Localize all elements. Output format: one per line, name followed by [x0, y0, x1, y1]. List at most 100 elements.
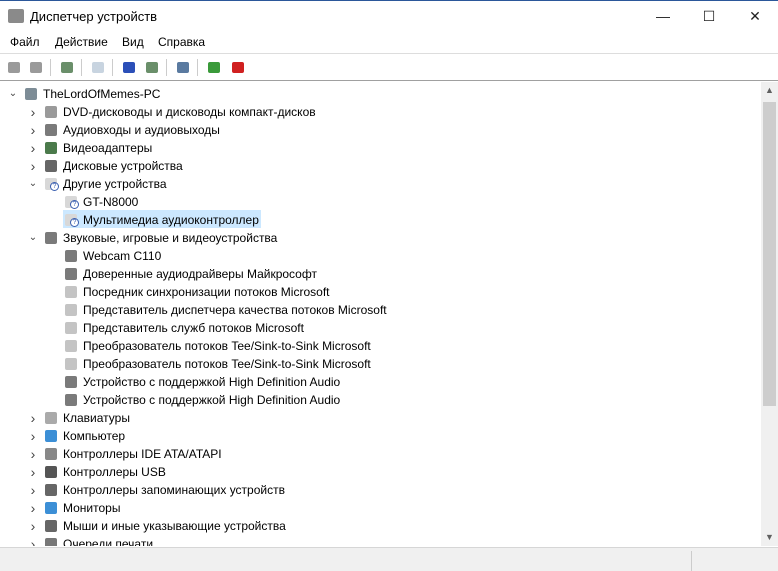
expand-chevron-icon[interactable]: ›: [28, 445, 38, 463]
menu-action[interactable]: Действие: [55, 35, 108, 49]
tree-item-label: Представитель диспетчера качества потоко…: [83, 302, 387, 317]
expand-chevron-icon[interactable]: ›: [28, 481, 38, 499]
tree-item[interactable]: Преобразователь потоков Tee/Sink-to-Sink…: [63, 336, 373, 354]
action-pane-icon[interactable]: [143, 59, 161, 76]
toolbar-separator: [81, 59, 82, 76]
speaker-icon: [63, 267, 79, 281]
toolbar-separator: [112, 59, 113, 76]
expand-chevron-icon[interactable]: ›: [28, 535, 38, 546]
properties-icon[interactable]: [89, 59, 107, 76]
expand-chevron-icon[interactable]: ›: [28, 139, 38, 157]
close-button[interactable]: ✕: [732, 1, 778, 32]
expand-chevron-icon[interactable]: ›: [28, 463, 38, 481]
menu-file[interactable]: Файл: [10, 35, 40, 49]
expand-chevron-icon[interactable]: ›: [28, 409, 38, 427]
tree-item-label: Устройство с поддержкой High Definition …: [83, 374, 341, 389]
storage-controller-icon: [43, 483, 59, 497]
speaker-icon: [63, 393, 79, 407]
speaker-icon: [63, 249, 79, 263]
tree-item[interactable]: Контроллеры IDE ATA/ATAPI: [43, 444, 224, 462]
disk-icon: [43, 159, 59, 173]
monitor-icon: [43, 501, 59, 515]
menu-view[interactable]: Вид: [122, 35, 144, 49]
tree-item[interactable]: Представитель служб потоков Microsoft: [63, 318, 306, 336]
collapse-chevron-icon[interactable]: ⌄: [8, 85, 18, 103]
help-icon[interactable]: [120, 59, 138, 76]
expand-chevron-icon[interactable]: ›: [28, 121, 38, 139]
device-manager-icon: [8, 9, 24, 23]
update-driver-icon[interactable]: [205, 59, 223, 76]
tree-item-label: Контроллеры USB: [63, 464, 166, 479]
tree-item[interactable]: Контроллеры запоминающих устройств: [43, 480, 287, 498]
display-adapter-icon: [43, 141, 59, 155]
collapse-chevron-icon[interactable]: ⌄: [28, 229, 38, 247]
scrollbar-thumb[interactable]: [763, 102, 776, 406]
collapse-chevron-icon[interactable]: ⌄: [28, 175, 38, 193]
tree-item-label: TheLordOfMemes-PC: [43, 86, 161, 101]
expand-chevron-icon[interactable]: ›: [28, 103, 38, 121]
tree-item-label: Контроллеры запоминающих устройств: [63, 482, 285, 497]
minimize-button[interactable]: —: [640, 1, 686, 32]
expand-chevron-icon[interactable]: ›: [28, 517, 38, 535]
speaker-disabled-icon: [63, 285, 79, 299]
speaker-icon: [43, 231, 59, 245]
maximize-button[interactable]: ☐: [686, 1, 732, 32]
tree-item[interactable]: Webcam C110: [63, 246, 163, 264]
menu-help[interactable]: Справка: [158, 35, 205, 49]
tree-item-label: Компьютер: [63, 428, 126, 443]
tree-item[interactable]: Очереди печати: [43, 534, 155, 546]
back-icon[interactable]: [5, 59, 23, 76]
speaker-disabled-icon: [63, 339, 79, 353]
toolbar-separator: [50, 59, 51, 76]
tree-item-label: Мультимедиа аудиоконтроллер: [83, 212, 259, 227]
keyboard-icon: [43, 411, 59, 425]
status-bar: [0, 547, 778, 571]
tree-item[interactable]: Аудиовходы и аудиовыходы: [43, 120, 222, 138]
tree-item-label: DVD-дисководы и дисководы компакт-дисков: [63, 104, 316, 119]
tree-item[interactable]: Мыши и иные указывающие устройства: [43, 516, 288, 534]
tree-item-label: Доверенные аудиодрайверы Майкрософт: [83, 266, 317, 281]
usb-icon: [43, 465, 59, 479]
tree-item[interactable]: Видеоадаптеры: [43, 138, 154, 156]
speaker-disabled-icon: [63, 357, 79, 371]
tree-item[interactable]: Мониторы: [43, 498, 122, 516]
tree-item-label: Контроллеры IDE ATA/ATAPI: [63, 446, 222, 461]
tree-item-label: Мыши и иные указывающие устройства: [63, 518, 286, 533]
tree-item[interactable]: Посредник синхронизации потоков Microsof…: [63, 282, 331, 300]
tree-item-label: Представитель служб потоков Microsoft: [83, 320, 304, 335]
tree-item[interactable]: Клавиатуры: [43, 408, 132, 426]
tree-item-label: Дисковые устройства: [63, 158, 183, 173]
tree-item[interactable]: TheLordOfMemes-PC: [23, 84, 162, 102]
tree-item[interactable]: Доверенные аудиодрайверы Майкрософт: [63, 264, 319, 282]
tree-item[interactable]: Дисковые устройства: [43, 156, 185, 174]
tree-item-label: Клавиатуры: [63, 410, 130, 425]
expand-chevron-icon[interactable]: ›: [28, 157, 38, 175]
dvd-icon: [43, 105, 59, 119]
expand-chevron-icon[interactable]: ›: [28, 499, 38, 517]
title-bar: Диспетчер устройств — ☐ ✕: [0, 0, 778, 32]
tree-item[interactable]: Звуковые, игровые и видеоустройства: [43, 228, 279, 246]
properties-pane-icon[interactable]: [58, 59, 76, 76]
vertical-scrollbar[interactable]: ▲ ▼: [761, 82, 778, 546]
tree-item[interactable]: Устройство с поддержкой High Definition …: [63, 390, 342, 408]
tree-item[interactable]: Представитель диспетчера качества потоко…: [63, 300, 389, 318]
unknown-device-icon: ?: [43, 177, 59, 191]
menu-bar: Файл Действие Вид Справка: [0, 32, 778, 53]
expand-chevron-icon[interactable]: ›: [28, 427, 38, 445]
scroll-up-icon[interactable]: ▲: [761, 85, 778, 95]
tree-item[interactable]: ? Мультимедиа аудиоконтроллер: [63, 210, 261, 228]
tree-item[interactable]: DVD-дисководы и дисководы компакт-дисков: [43, 102, 318, 120]
tree-item[interactable]: Устройство с поддержкой High Definition …: [63, 372, 342, 390]
computer-icon: [23, 87, 39, 101]
printer-icon: [43, 537, 59, 546]
tree-item[interactable]: ? Другие устройства: [43, 174, 169, 192]
scan-hardware-icon[interactable]: [174, 59, 192, 76]
tree-item[interactable]: Преобразователь потоков Tee/Sink-to-Sink…: [63, 354, 373, 372]
forward-icon[interactable]: [27, 59, 45, 76]
tree-item-label: Преобразователь потоков Tee/Sink-to-Sink…: [83, 338, 371, 353]
uninstall-device-icon[interactable]: [229, 59, 247, 76]
tree-item[interactable]: Компьютер: [43, 426, 127, 444]
scroll-down-icon[interactable]: ▼: [761, 532, 778, 542]
tree-item[interactable]: Контроллеры USB: [43, 462, 168, 480]
tree-item[interactable]: ? GT-N8000: [63, 192, 140, 210]
